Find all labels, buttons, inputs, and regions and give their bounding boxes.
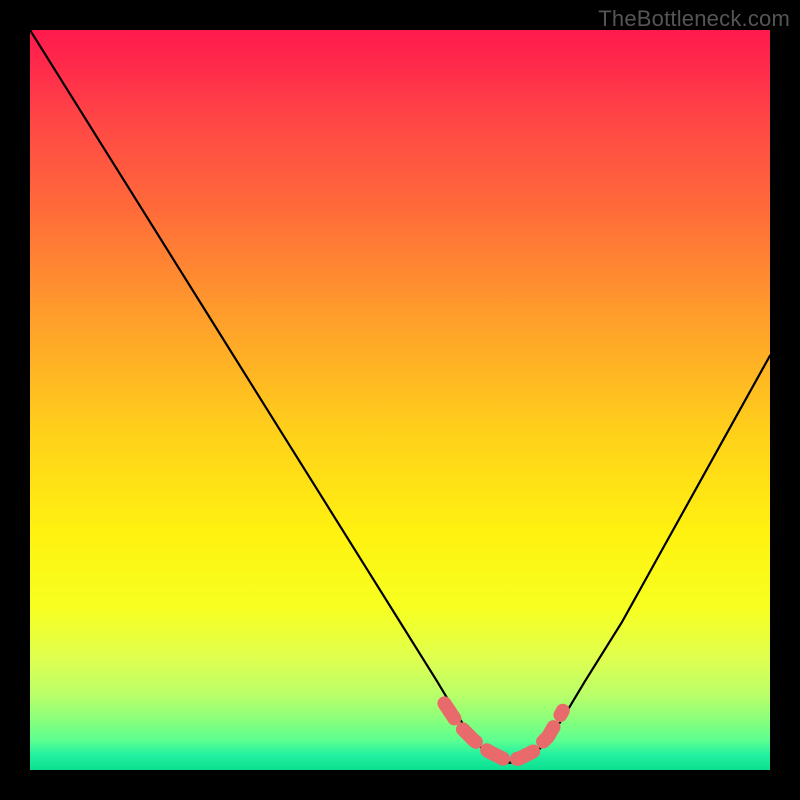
curve-layer <box>30 30 770 770</box>
watermark-text: TheBottleneck.com <box>598 6 790 32</box>
optimal-range-highlight <box>444 703 562 759</box>
bottleneck-curve <box>30 30 770 763</box>
chart-frame: TheBottleneck.com <box>0 0 800 800</box>
plot-area <box>30 30 770 770</box>
